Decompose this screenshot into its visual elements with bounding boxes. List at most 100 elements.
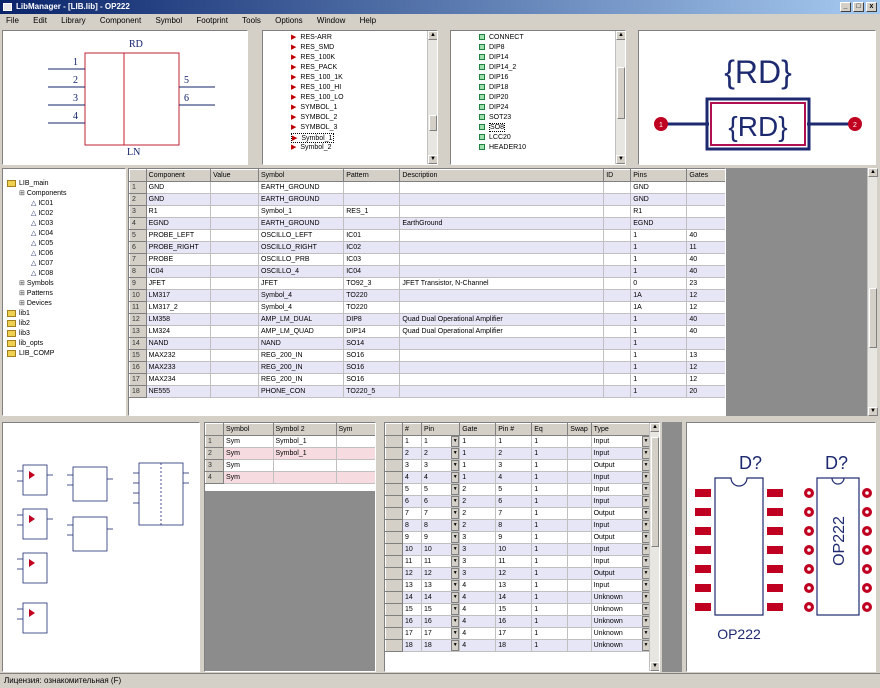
table-cell[interactable]: [210, 229, 259, 242]
table-cell[interactable]: 1: [630, 253, 688, 266]
maximize-button[interactable]: □: [853, 2, 864, 12]
table-cell[interactable]: Unknown ▼: [590, 603, 652, 616]
table-cell[interactable]: EGND: [145, 217, 212, 230]
row-header[interactable]: [385, 483, 403, 496]
footprint-list-item[interactable]: SO8: [479, 123, 625, 133]
table-cell[interactable]: 8 ▼: [421, 519, 461, 532]
table-cell[interactable]: R1: [630, 205, 688, 218]
table-cell[interactable]: [399, 385, 605, 398]
table-cell[interactable]: 1: [531, 543, 569, 556]
row-header[interactable]: [385, 471, 403, 484]
row-header[interactable]: [385, 459, 403, 472]
table-cell[interactable]: 17: [401, 627, 423, 640]
menu-help[interactable]: Help: [354, 14, 382, 28]
table-cell[interactable]: Quad Dual Operational Amplifier: [399, 325, 605, 338]
table-row[interactable]: 7 7 ▼ 2 7 1 Output ▼: [385, 507, 652, 520]
table-cell[interactable]: 8: [495, 519, 533, 532]
table-cell[interactable]: REG_200_IN: [257, 361, 345, 374]
table-cell[interactable]: [399, 301, 605, 314]
table-row[interactable]: 1 GND EARTH_GROUND GND: [129, 181, 725, 194]
table-cell[interactable]: LM317: [145, 289, 212, 302]
column-header[interactable]: Swap: [567, 423, 592, 436]
table-cell[interactable]: 12: [401, 567, 423, 580]
table-cell[interactable]: Symbol_4: [257, 301, 345, 314]
table-cell[interactable]: [686, 337, 725, 350]
table-row[interactable]: 15 MAX232 REG_200_IN SO16 1 13: [129, 349, 725, 362]
table-row[interactable]: 3 R1 Symbol_1 RES_1 R1: [129, 205, 725, 218]
table-cell[interactable]: 4: [495, 471, 533, 484]
row-header[interactable]: 17: [129, 373, 147, 386]
table-row[interactable]: 11 11 ▼ 3 11 1 Input ▼: [385, 555, 652, 568]
table-row[interactable]: 3 Sym: [205, 459, 375, 472]
table-cell[interactable]: [567, 459, 592, 472]
table-cell[interactable]: [399, 205, 605, 218]
scroll-down-arrow-icon[interactable]: ▼: [868, 407, 878, 416]
table-cell[interactable]: 11: [686, 241, 725, 254]
table-cell[interactable]: [686, 181, 725, 194]
scroll-down-arrow-icon[interactable]: ▼: [616, 155, 625, 164]
column-header[interactable]: Sym: [335, 423, 375, 436]
table-cell[interactable]: 1: [630, 265, 688, 278]
row-header[interactable]: 4: [205, 471, 224, 484]
dropdown-arrow-icon[interactable]: ▼: [451, 460, 459, 471]
table-cell[interactable]: MAX234: [145, 373, 212, 386]
table-cell[interactable]: 1: [531, 483, 569, 496]
tree-node[interactable]: lib2: [7, 319, 125, 329]
table-row[interactable]: 4 Sym: [205, 471, 375, 484]
table-cell[interactable]: 1: [630, 373, 688, 386]
table-cell[interactable]: [603, 181, 632, 194]
table-cell[interactable]: Output ▼: [590, 459, 652, 472]
table-cell[interactable]: Symbol_1: [257, 205, 345, 218]
table-cell[interactable]: [399, 373, 605, 386]
table-cell[interactable]: 4: [459, 639, 497, 652]
table-cell[interactable]: 4: [459, 591, 497, 604]
table-cell[interactable]: 18: [495, 639, 533, 652]
table-cell[interactable]: [567, 555, 592, 568]
table-cell[interactable]: SO16: [343, 361, 401, 374]
footprint-list-item[interactable]: LCC20: [479, 133, 625, 143]
row-header[interactable]: 6: [129, 241, 147, 254]
table-cell[interactable]: 10: [401, 543, 423, 556]
table-cell[interactable]: 2 ▼: [421, 447, 461, 460]
dropdown-arrow-icon[interactable]: ▼: [451, 496, 459, 507]
table-cell[interactable]: 2: [495, 447, 533, 460]
footprints-scrollbar[interactable]: ▲ ▼: [615, 31, 625, 164]
table-cell[interactable]: TO220: [343, 289, 401, 302]
table-cell[interactable]: 3: [401, 459, 423, 472]
table-cell[interactable]: [335, 459, 375, 472]
table-cell[interactable]: [272, 459, 337, 472]
table-cell[interactable]: 1: [630, 229, 688, 242]
symbol-list-item[interactable]: ▶ RES_100_1K: [291, 73, 437, 83]
table-cell[interactable]: Symbol_4: [257, 289, 345, 302]
table-cell[interactable]: SO14: [343, 337, 401, 350]
symbol-list-item[interactable]: ▶ RES_PACK: [291, 63, 437, 73]
table-cell[interactable]: 12: [686, 289, 725, 302]
dropdown-arrow-icon[interactable]: ▼: [451, 520, 459, 531]
table-cell[interactable]: Symbol_1: [272, 447, 337, 460]
table-cell[interactable]: [210, 313, 259, 326]
table-cell[interactable]: 17 ▼: [421, 627, 461, 640]
table-cell[interactable]: SO16: [343, 373, 401, 386]
footprint-list-item[interactable]: DIP16: [479, 73, 625, 83]
tree-node[interactable]: ⊞ Symbols: [7, 279, 125, 289]
table-cell[interactable]: [603, 217, 632, 230]
column-header[interactable]: Pin: [421, 423, 461, 436]
row-header[interactable]: [385, 555, 403, 568]
table-cell[interactable]: [335, 447, 375, 460]
dropdown-arrow-icon[interactable]: ▼: [451, 436, 459, 447]
table-row[interactable]: 12 LM358 AMP_LM_DUAL DIP8 Quad Dual Operatio…: [129, 313, 725, 326]
row-header[interactable]: [385, 531, 403, 544]
footprint-list-item[interactable]: CONNECT: [479, 33, 625, 43]
table-cell[interactable]: [603, 253, 632, 266]
table-cell[interactable]: 14 ▼: [421, 591, 461, 604]
table-cell[interactable]: EARTH_GROUND: [257, 217, 345, 230]
table-cell[interactable]: 10: [495, 543, 533, 556]
table-cell[interactable]: [567, 603, 592, 616]
row-header[interactable]: [385, 579, 403, 592]
table-cell[interactable]: [567, 435, 592, 448]
table-row[interactable]: 14 14 ▼ 4 14 1 Unknown ▼: [385, 591, 652, 604]
footprint-list-item[interactable]: DIP8: [479, 43, 625, 53]
dropdown-arrow-icon[interactable]: ▼: [451, 556, 459, 567]
table-cell[interactable]: 13: [686, 349, 725, 362]
table-cell[interactable]: 1A: [630, 289, 688, 302]
